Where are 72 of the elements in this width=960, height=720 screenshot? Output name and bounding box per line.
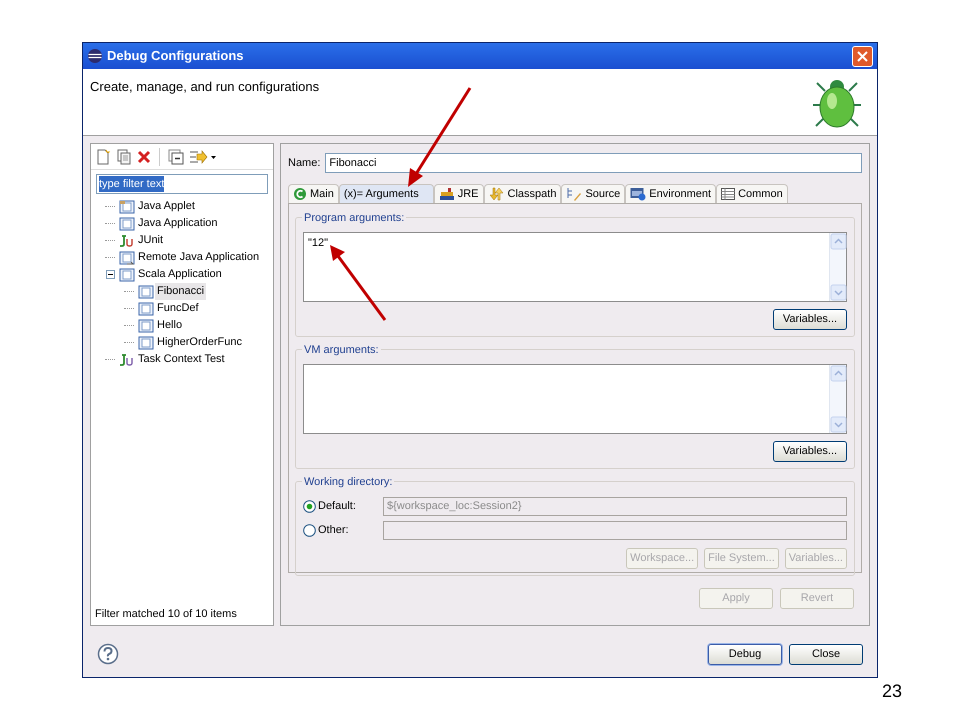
button[interactable]: Variables... <box>773 441 847 462</box>
scala-file-icon <box>138 336 154 350</box>
radio-button[interactable] <box>303 500 316 512</box>
scala-file-icon <box>138 318 154 332</box>
tab[interactable]: Main <box>288 184 339 203</box>
collapse-icon[interactable] <box>106 270 114 279</box>
text-area[interactable]: "12" <box>303 232 847 302</box>
tab[interactable]: Environment <box>625 184 716 203</box>
eclipse-icon <box>87 48 103 64</box>
tree-item[interactable]: Fibonacci <box>155 283 206 300</box>
scala-file-icon <box>138 302 154 316</box>
tab[interactable]: JRE <box>434 184 484 203</box>
scrollbar[interactable] <box>829 365 846 433</box>
scroll-up-icon[interactable] <box>830 233 847 250</box>
scroll-down-icon[interactable] <box>830 284 847 301</box>
junit-icon <box>118 234 134 248</box>
junit-icon <box>118 352 134 366</box>
close-button[interactable] <box>852 46 873 66</box>
scroll-down-icon[interactable] <box>830 416 847 433</box>
help-icon[interactable] <box>97 643 119 665</box>
tree-item[interactable]: Remote Java Application <box>136 249 262 266</box>
name-label: Name: <box>288 156 320 171</box>
arrows-icon <box>488 187 505 201</box>
filter-field[interactable]: type filter text <box>96 174 268 194</box>
window-icon <box>630 187 646 201</box>
delete-icon[interactable] <box>137 150 151 164</box>
tab[interactable]: Source <box>561 184 626 203</box>
scala-file-icon <box>118 268 134 282</box>
button[interactable]: Close <box>789 644 863 664</box>
close-icon <box>857 50 868 62</box>
radio-button[interactable] <box>303 524 316 536</box>
group-label: Program arguments: <box>302 210 406 226</box>
tree-item[interactable]: Java Application <box>136 215 220 232</box>
text-area[interactable] <box>303 364 847 434</box>
scroll-up-icon[interactable] <box>830 365 847 382</box>
new-file-icon[interactable] <box>95 148 111 164</box>
group-label: VM arguments: <box>302 342 381 358</box>
tab[interactable]: Common <box>716 184 788 203</box>
group-label: Working directory: <box>302 474 394 490</box>
button[interactable]: Variables... <box>773 309 847 330</box>
run-icon <box>293 187 307 201</box>
filter-text: type filter text <box>99 176 164 192</box>
scrollbar[interactable] <box>829 233 846 301</box>
tree-item[interactable]: Java Applet <box>136 198 197 215</box>
tree-item[interactable]: FuncDef <box>155 300 201 317</box>
java-file-icon <box>118 216 134 230</box>
page-number: 23 <box>882 680 902 703</box>
filter-dropdown-icon[interactable] <box>189 148 217 164</box>
table-icon <box>721 188 736 200</box>
radio-label: Default: <box>318 498 356 514</box>
radio-label: Other: <box>318 522 349 538</box>
java-file-icon <box>118 250 134 264</box>
window-title: Debug Configurations <box>107 47 244 66</box>
collapse-all-icon[interactable] <box>168 148 184 164</box>
scala-file-icon <box>138 284 154 298</box>
tab[interactable]: Classpath <box>484 184 562 203</box>
name-field[interactable]: Fibonacci <box>325 153 862 173</box>
button[interactable]: Debug <box>708 644 782 664</box>
tree-item[interactable]: Task Context Test <box>136 351 227 368</box>
tree-item[interactable]: HigherOrderFunc <box>155 334 244 351</box>
books-icon <box>438 188 455 200</box>
tree-item[interactable]: JUnit <box>136 232 166 249</box>
copy-icon[interactable] <box>116 148 132 164</box>
tree-pencil-icon <box>566 187 582 201</box>
filter-status: Filter matched 10 of 10 items <box>94 606 238 622</box>
tree-item[interactable]: Hello <box>155 317 184 334</box>
tab[interactable]: (x)= Arguments <box>338 184 434 203</box>
java-file-icon <box>118 200 134 214</box>
directory-field[interactable] <box>383 520 847 540</box>
text-area-value: "12" <box>308 237 328 249</box>
header-text: Create, manage, and run configurations <box>90 78 320 96</box>
tree-item[interactable]: Scala Application <box>136 266 224 283</box>
